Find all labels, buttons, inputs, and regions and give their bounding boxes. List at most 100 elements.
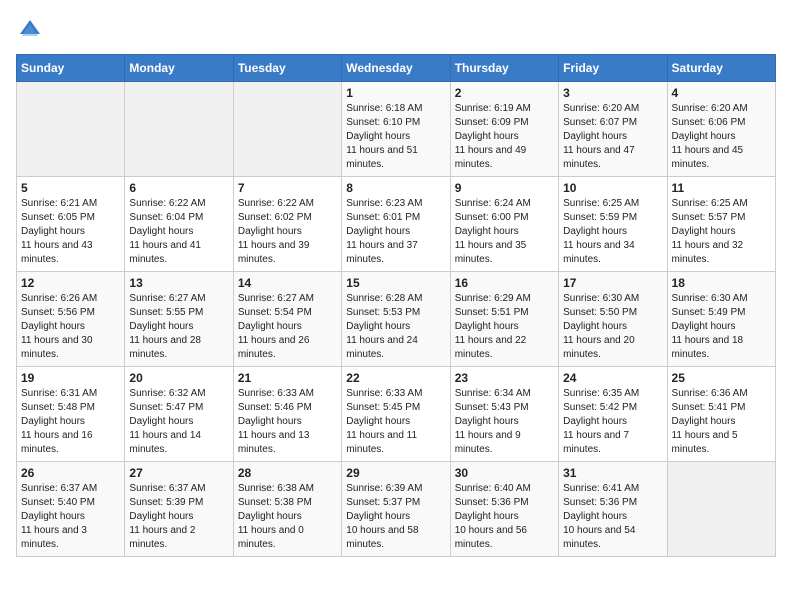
calendar-cell: 13Sunrise: 6:27 AMSunset: 5:55 PMDayligh…: [125, 272, 233, 367]
cell-info: Sunrise: 6:19 AMSunset: 6:09 PMDaylight …: [455, 102, 554, 172]
calendar-header: SundayMondayTuesdayWednesdayThursdayFrid…: [17, 55, 776, 82]
calendar-cell: 24 Sunrise: 6:35 AMSunset: 5:42 PMDayligh…: [559, 367, 667, 462]
day-number: 13: [129, 276, 228, 290]
weekday-header-sunday: Sunday: [17, 55, 125, 82]
day-number: 31: [563, 466, 662, 480]
calendar-body: 1 Sunrise: 6:18 AMSunset: 6:10 PMDaylight…: [17, 82, 776, 557]
weekday-header-wednesday: Wednesday: [342, 55, 450, 82]
calendar-cell: [125, 82, 233, 177]
cell-info: Sunrise: 6:20 AMSunset: 6:06 PMDaylight …: [672, 102, 771, 172]
day-number: 21: [238, 371, 337, 385]
weekday-header-friday: Friday: [559, 55, 667, 82]
cell-info: Sunrise: 6:22 AMSunset: 6:04 PMDaylight …: [129, 197, 228, 267]
calendar-cell: 16 Sunrise: 6:29 AMSunset: 5:51 PMDayligh…: [450, 272, 558, 367]
cell-info: Sunrise: 6:38 AMSunset: 5:38 PMDaylight …: [238, 482, 337, 552]
page-header: [16, 16, 776, 44]
calendar-week-4: 19 Sunrise: 6:31 AMSunset: 5:48 PMDayligh…: [17, 367, 776, 462]
day-number: 16: [455, 276, 554, 290]
cell-info: Sunrise: 6:21 AMSunset: 6:05 PMDaylight …: [21, 197, 120, 267]
calendar-cell: 14 Sunrise: 6:27 AMSunset: 5:54 PMDayligh…: [233, 272, 341, 367]
day-number: 11: [672, 181, 771, 195]
weekday-header-thursday: Thursday: [450, 55, 558, 82]
day-number: 14: [238, 276, 337, 290]
calendar-cell: 30 Sunrise: 6:40 AMSunset: 5:36 PMDayligh…: [450, 462, 558, 557]
cell-info: Sunrise: 6:37 AMSunset: 5:39 PMDaylight …: [129, 482, 228, 552]
calendar-cell: 18Sunrise: 6:30 AMSunset: 5:49 PMDayligh…: [667, 272, 775, 367]
calendar-cell: 2 Sunrise: 6:19 AMSunset: 6:09 PMDaylight…: [450, 82, 558, 177]
day-number: 24: [563, 371, 662, 385]
day-number: 4: [672, 86, 771, 100]
calendar-cell: 7 Sunrise: 6:22 AMSunset: 6:02 PMDaylight…: [233, 177, 341, 272]
day-number: 22: [346, 371, 445, 385]
day-number: 25: [672, 371, 771, 385]
calendar-cell: [17, 82, 125, 177]
day-number: 5: [21, 181, 120, 195]
day-number: 20: [129, 371, 228, 385]
weekday-header-monday: Monday: [125, 55, 233, 82]
cell-info: Sunrise: 6:27 AMSunset: 5:54 PMDaylight …: [238, 292, 337, 362]
day-number: 15: [346, 276, 445, 290]
day-number: 12: [21, 276, 120, 290]
day-number: 19: [21, 371, 120, 385]
day-number: 30: [455, 466, 554, 480]
cell-info: Sunrise: 6:25 AMSunset: 5:59 PMDaylight …: [563, 197, 662, 267]
cell-info: Sunrise: 6:32 AMSunset: 5:47 PMDaylight …: [129, 387, 228, 457]
calendar-cell: 29Sunrise: 6:39 AMSunset: 5:37 PMDayligh…: [342, 462, 450, 557]
day-number: 7: [238, 181, 337, 195]
logo: [16, 16, 48, 44]
cell-info: Sunrise: 6:39 AMSunset: 5:37 PMDaylight …: [346, 482, 445, 552]
cell-info: Sunrise: 6:24 AMSunset: 6:00 PMDaylight …: [455, 197, 554, 267]
cell-info: Sunrise: 6:37 AMSunset: 5:40 PMDaylight …: [21, 482, 120, 552]
day-number: 6: [129, 181, 228, 195]
calendar-cell: 23 Sunrise: 6:34 AMSunset: 5:43 PMDayligh…: [450, 367, 558, 462]
day-number: 28: [238, 466, 337, 480]
calendar-cell: 11 Sunrise: 6:25 AMSunset: 5:57 PMDayligh…: [667, 177, 775, 272]
cell-info: Sunrise: 6:30 AMSunset: 5:49 PMDaylight …: [672, 292, 771, 362]
calendar-cell: 4 Sunrise: 6:20 AMSunset: 6:06 PMDaylight…: [667, 82, 775, 177]
weekday-header-tuesday: Tuesday: [233, 55, 341, 82]
calendar-cell: 31 Sunrise: 6:41 AMSunset: 5:36 PMDayligh…: [559, 462, 667, 557]
calendar-cell: 9 Sunrise: 6:24 AMSunset: 6:00 PMDaylight…: [450, 177, 558, 272]
calendar-week-5: 26Sunrise: 6:37 AMSunset: 5:40 PMDayligh…: [17, 462, 776, 557]
day-number: 17: [563, 276, 662, 290]
calendar-cell: 6 Sunrise: 6:22 AMSunset: 6:04 PMDaylight…: [125, 177, 233, 272]
day-number: 9: [455, 181, 554, 195]
cell-info: Sunrise: 6:30 AMSunset: 5:50 PMDaylight …: [563, 292, 662, 362]
weekday-row: SundayMondayTuesdayWednesdayThursdayFrid…: [17, 55, 776, 82]
calendar-cell: 20 Sunrise: 6:32 AMSunset: 5:47 PMDayligh…: [125, 367, 233, 462]
calendar-cell: 26Sunrise: 6:37 AMSunset: 5:40 PMDayligh…: [17, 462, 125, 557]
calendar-cell: 15Sunrise: 6:28 AMSunset: 5:53 PMDayligh…: [342, 272, 450, 367]
cell-info: Sunrise: 6:18 AMSunset: 6:10 PMDaylight …: [346, 102, 445, 172]
calendar-cell: [233, 82, 341, 177]
cell-info: Sunrise: 6:40 AMSunset: 5:36 PMDaylight …: [455, 482, 554, 552]
cell-info: Sunrise: 6:35 AMSunset: 5:42 PMDaylight …: [563, 387, 662, 457]
cell-info: Sunrise: 6:25 AMSunset: 5:57 PMDaylight …: [672, 197, 771, 267]
calendar-cell: 8 Sunrise: 6:23 AMSunset: 6:01 PMDaylight…: [342, 177, 450, 272]
day-number: 23: [455, 371, 554, 385]
day-number: 1: [346, 86, 445, 100]
cell-info: Sunrise: 6:33 AMSunset: 5:45 PMDaylight …: [346, 387, 445, 457]
cell-info: Sunrise: 6:41 AMSunset: 5:36 PMDaylight …: [563, 482, 662, 552]
calendar-cell: 3Sunrise: 6:20 AMSunset: 6:07 PMDaylight…: [559, 82, 667, 177]
calendar-cell: 5 Sunrise: 6:21 AMSunset: 6:05 PMDaylight…: [17, 177, 125, 272]
calendar-cell: 22 Sunrise: 6:33 AMSunset: 5:45 PMDayligh…: [342, 367, 450, 462]
day-number: 2: [455, 86, 554, 100]
cell-info: Sunrise: 6:31 AMSunset: 5:48 PMDaylight …: [21, 387, 120, 457]
weekday-header-saturday: Saturday: [667, 55, 775, 82]
cell-info: Sunrise: 6:34 AMSunset: 5:43 PMDaylight …: [455, 387, 554, 457]
day-number: 8: [346, 181, 445, 195]
cell-info: Sunrise: 6:23 AMSunset: 6:01 PMDaylight …: [346, 197, 445, 267]
calendar-cell: [667, 462, 775, 557]
cell-info: Sunrise: 6:29 AMSunset: 5:51 PMDaylight …: [455, 292, 554, 362]
calendar-cell: 1 Sunrise: 6:18 AMSunset: 6:10 PMDaylight…: [342, 82, 450, 177]
calendar-week-2: 5 Sunrise: 6:21 AMSunset: 6:05 PMDaylight…: [17, 177, 776, 272]
calendar-cell: 28 Sunrise: 6:38 AMSunset: 5:38 PMDayligh…: [233, 462, 341, 557]
calendar-cell: 12 Sunrise: 6:26 AMSunset: 5:56 PMDayligh…: [17, 272, 125, 367]
logo-icon: [16, 16, 44, 44]
day-number: 10: [563, 181, 662, 195]
cell-info: Sunrise: 6:20 AMSunset: 6:07 PMDaylight …: [563, 102, 662, 172]
cell-info: Sunrise: 6:26 AMSunset: 5:56 PMDaylight …: [21, 292, 120, 362]
cell-info: Sunrise: 6:22 AMSunset: 6:02 PMDaylight …: [238, 197, 337, 267]
cell-info: Sunrise: 6:33 AMSunset: 5:46 PMDaylight …: [238, 387, 337, 457]
calendar-cell: 21 Sunrise: 6:33 AMSunset: 5:46 PMDayligh…: [233, 367, 341, 462]
